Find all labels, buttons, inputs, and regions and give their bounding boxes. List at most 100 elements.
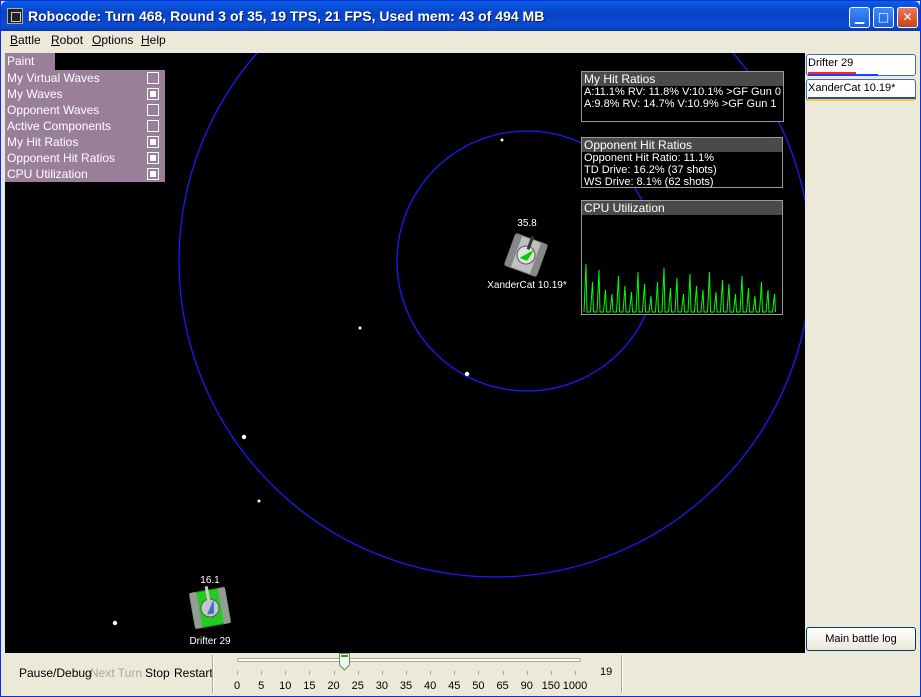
slider-tick-label: 15: [303, 680, 316, 692]
hit-ratio-line: A:9.8% RV: 14.7% V:10.9% >GF Gun 1: [584, 98, 777, 110]
paint-option-checkbox[interactable]: [147, 72, 159, 84]
separator: [621, 655, 623, 693]
robot-xandercat: [504, 233, 548, 277]
battlefield[interactable]: 35.8 XanderCat 10.19* 16.1 Drifter 29 Pa…: [5, 53, 805, 653]
slider-tick: [285, 671, 287, 675]
window-title: Robocode: Turn 468, Round 3 of 35, 19 TP…: [28, 8, 545, 24]
paint-panel: Paint My Virtual Waves My Waves Opponent W…: [5, 53, 165, 182]
slider-tick-label: 90: [520, 680, 533, 692]
robot-drifter: [189, 586, 231, 629]
tps-value: 19: [600, 666, 613, 678]
robot-button-drifter[interactable]: Drifter 29: [806, 54, 916, 76]
paint-option-label: CPU Utilization: [7, 167, 88, 181]
slider-tick: [261, 671, 263, 675]
stop-button[interactable]: Stop: [145, 666, 170, 680]
paint-option-opponent-waves[interactable]: Opponent Waves: [7, 102, 163, 118]
paint-option-cpu-utilization[interactable]: CPU Utilization: [7, 166, 163, 182]
menu-battle-rest: attle: [18, 33, 41, 47]
slider-tick: [502, 671, 504, 675]
slider-tick-label: 25: [351, 680, 364, 692]
restart-button[interactable]: Restart: [174, 666, 213, 680]
slider-tick-label: 40: [424, 680, 437, 692]
title-bar[interactable]: Robocode: Turn 468, Round 3 of 35, 19 TP…: [1, 1, 920, 31]
paint-option-label: My Virtual Waves: [7, 71, 100, 85]
slider-tick: [381, 671, 383, 675]
paint-option-checkbox[interactable]: [147, 152, 159, 164]
gun-heat-bar: [808, 99, 915, 101]
bullet: [464, 371, 470, 377]
opponent-ratio-line: TD Drive: 16.2% (37 shots): [584, 164, 717, 176]
pause-debug-button[interactable]: Pause/Debug: [19, 666, 92, 680]
paint-option-label: My Hit Ratios: [7, 135, 79, 149]
menu-robot[interactable]: Robot: [51, 33, 83, 47]
paint-option-checkbox[interactable]: [147, 168, 159, 180]
tps-slider-track[interactable]: [237, 658, 581, 662]
slider-tick-label: 65: [496, 680, 509, 692]
slider-tick: [357, 671, 359, 675]
slider-tick: [309, 671, 311, 675]
menu-options-rest: ptions: [101, 33, 134, 47]
robot-button-xandercat[interactable]: XanderCat 10.19*: [806, 79, 916, 101]
robot-button-label: XanderCat 10.19*: [808, 82, 896, 94]
bullet: [112, 620, 118, 626]
paint-option-opponent-hit-ratios[interactable]: Opponent Hit Ratios: [7, 150, 163, 166]
opponent-ratio-line: Opponent Hit Ratio: 11.1%: [584, 152, 715, 164]
slider-tick: [478, 671, 480, 675]
bullet: [257, 499, 261, 503]
paint-option-checkbox[interactable]: [147, 104, 159, 116]
opponent-hit-ratios-box: Opponent Hit Ratios Opponent Hit Ratio: …: [581, 137, 783, 188]
menu-battle[interactable]: Battle: [10, 33, 41, 47]
my-hit-ratios-title: My Hit Ratios: [582, 72, 783, 86]
main-battle-log-button[interactable]: Main battle log: [806, 627, 916, 651]
close-button[interactable]: ✕: [897, 7, 918, 28]
tps-slider-thumb[interactable]: [339, 653, 350, 671]
menu-robot-rest: obot: [59, 33, 84, 47]
maximize-button[interactable]: □: [873, 7, 894, 28]
bullet: [500, 138, 504, 142]
robot-button-label: Drifter 29: [808, 57, 854, 69]
robot-energy-label: 16.1: [200, 575, 220, 586]
cpu-utilization-graph: [583, 263, 776, 313]
control-bar: Pause/Debug Next Turn Stop Restart 0 5 10 1…: [5, 653, 919, 696]
robot-energy-label: 35.8: [517, 218, 537, 229]
gun-heat-bar: [808, 74, 878, 76]
paint-option-checkbox[interactable]: [147, 88, 159, 100]
slider-tick-label: 35: [399, 680, 413, 692]
paint-option-my-virtual-waves[interactable]: My Virtual Waves: [7, 70, 163, 86]
slider-tick-label: 1000: [562, 680, 588, 692]
paint-options-list: My Virtual Waves My Waves Opponent Waves Ac…: [5, 70, 165, 182]
slider-tick: [526, 671, 528, 675]
paint-option-checkbox[interactable]: [147, 120, 159, 132]
opponent-hit-ratios-title: Opponent Hit Ratios: [582, 138, 782, 152]
slider-tick-label: 10: [279, 680, 292, 692]
cpu-utilization-box: CPU Utilization: [581, 200, 783, 315]
cpu-utilization-title: CPU Utilization: [582, 201, 782, 215]
slider-tick-label: 30: [375, 680, 388, 692]
slider-tick: [430, 671, 432, 675]
paint-option-my-hit-ratios[interactable]: My Hit Ratios: [7, 134, 163, 150]
slider-tick-label: 0: [233, 680, 241, 692]
paint-option-label: Active Components: [7, 119, 112, 133]
opponent-ratio-line: WS Drive: 8.1% (62 shots): [584, 176, 714, 188]
slider-tick-label: 50: [472, 680, 485, 692]
slider-tick-label: 5: [258, 680, 265, 692]
minimize-button[interactable]: ▁: [849, 7, 870, 28]
paint-option-label: Opponent Waves: [7, 103, 100, 117]
paint-option-my-waves[interactable]: My Waves: [7, 86, 163, 102]
robot-name-label: Drifter 29: [189, 636, 231, 647]
slider-tick-label: 150: [541, 680, 561, 692]
bullet: [358, 326, 362, 330]
slider-tick: [550, 671, 552, 675]
paint-panel-title[interactable]: Paint: [5, 53, 55, 70]
slider-tick-label: 45: [448, 680, 461, 692]
slider-tick: [237, 671, 238, 675]
next-turn-button[interactable]: Next Turn: [90, 666, 142, 680]
paint-option-checkbox[interactable]: [147, 136, 159, 148]
menu-help[interactable]: Help: [141, 33, 166, 47]
menu-help-rest: elp: [149, 33, 166, 47]
robocode-app-icon[interactable]: [7, 8, 23, 24]
slider-tick-label: 20: [327, 680, 340, 692]
paint-option-label: My Waves: [7, 87, 63, 101]
menu-options[interactable]: Options: [92, 33, 133, 47]
paint-option-active-components[interactable]: Active Components: [7, 118, 163, 134]
